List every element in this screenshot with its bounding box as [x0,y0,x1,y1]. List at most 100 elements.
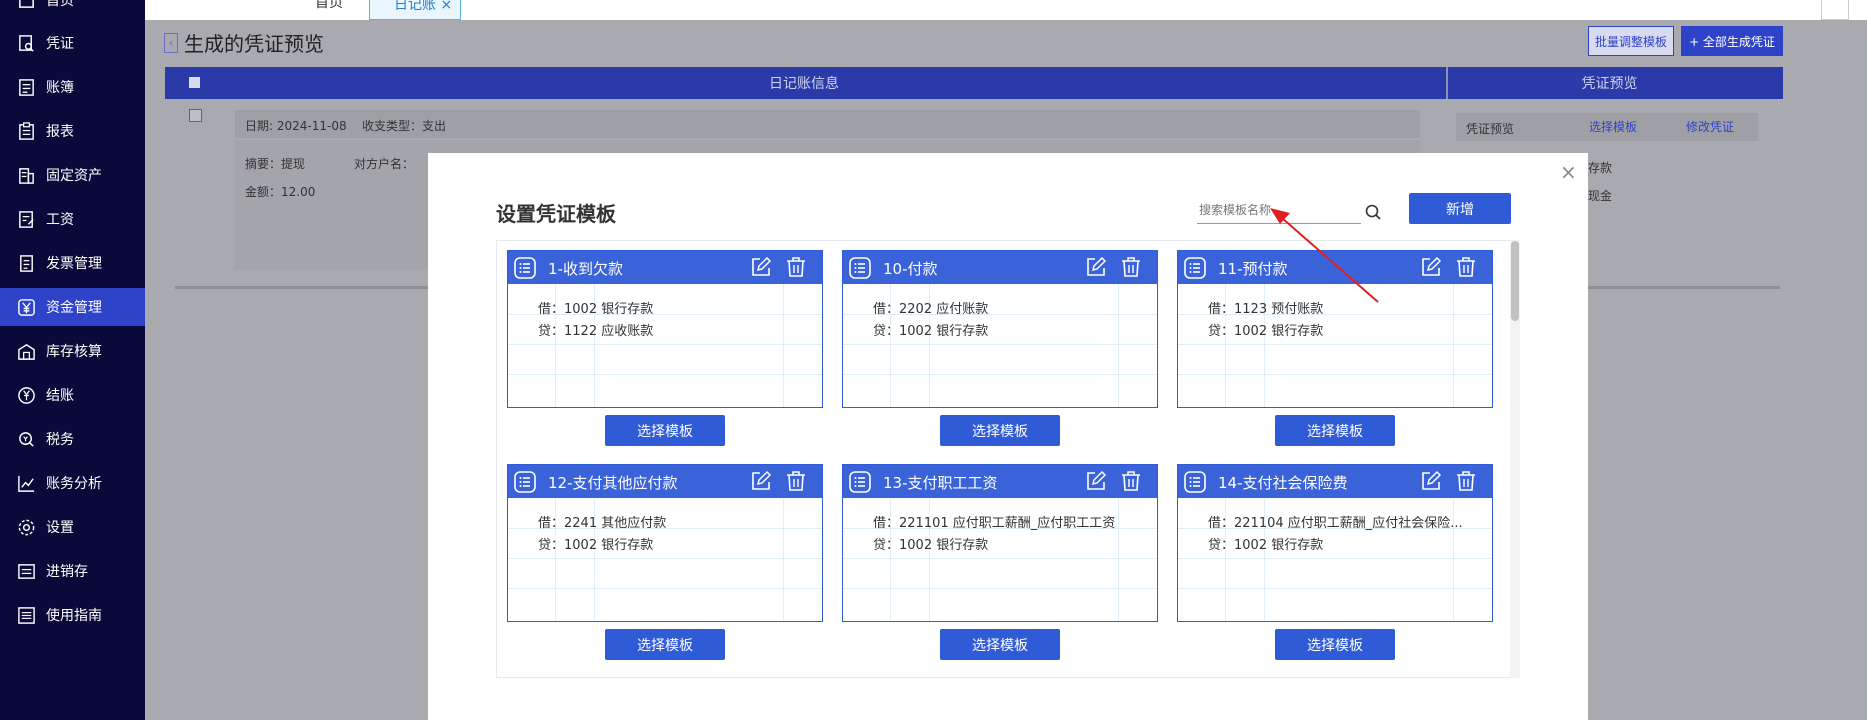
card-title: 13-支付职工工资 [883,474,998,492]
back-icon[interactable]: ‹ [164,32,178,53]
trash-icon[interactable] [785,256,807,278]
card-header: 14-支付社会保险费 [1178,465,1492,498]
grid-line [1178,374,1492,375]
select-template-button[interactable]: 选择模板 [605,629,725,660]
grid-line [843,344,1157,345]
sidebar-item-invoice[interactable]: 发票管理 [0,244,145,282]
gear-icon [16,517,36,537]
template-card: 13-支付职工工资 借：221101 应付职工薪酬_应付职工工资 贷：1002 … [842,464,1158,622]
voucher-preview-line: 现金 [1588,189,1613,203]
grid-line [1178,588,1492,589]
select-template-button[interactable]: 选择模板 [605,415,725,446]
template-card: 1-收到欠款 借：1002 银行存款 贷：1122 应收账款 [507,250,823,408]
sidebar-item-label: 工资 [46,212,74,228]
list-icon [849,471,871,493]
sidebar-item-funds[interactable]: 资金管理 [0,288,145,326]
edit-icon[interactable] [750,470,772,492]
trash-icon[interactable] [1120,470,1142,492]
template-card: 12-支付其他应付款 借：2241 其他应付款 贷：1002 银行存款 [507,464,823,622]
page-title: ‹ 生成的凭证预览 [164,28,324,57]
card-debit-entry: 借：1002 银行存款 [538,302,654,317]
voucher-icon [16,33,36,53]
batch-adjust-template-button[interactable]: 批量调整模板 [1588,26,1674,56]
grid-line [1178,344,1492,345]
grid-line [843,558,1157,559]
table-header: 日记账信息 凭证预览 [165,67,1783,99]
sidebar-item-label: 设置 [46,520,74,536]
select-template-button[interactable]: 选择模板 [1275,629,1395,660]
sidebar-item-inventory-accounting[interactable]: 库存核算 [0,332,145,370]
row-party: 对方户名： [354,157,415,171]
sidebar-item-guide[interactable]: 使用指南 [0,596,145,634]
list-icon [1184,257,1206,279]
sidebar-item-analysis[interactable]: 账务分析 [0,464,145,502]
card-credit-entry: 贷：1002 银行存款 [873,538,989,553]
card-credit-entry: 贷：1122 应收账款 [538,324,654,339]
edit-icon[interactable] [1420,470,1442,492]
row-checkbox[interactable] [189,109,202,122]
report-icon [16,121,36,141]
grid-line [508,374,822,375]
list-icon [514,257,536,279]
edit-icon[interactable] [1420,256,1442,278]
row-amount: 金额：12.00 [245,185,316,199]
trash-icon[interactable] [1455,470,1477,492]
sidebar-item-report[interactable]: 报表 [0,112,145,150]
card-debit-entry: 借：2202 应付账款 [873,302,989,317]
sidebar-item-label: 发票管理 [46,256,102,272]
card-title: 1-收到欠款 [548,260,623,278]
select-template-link[interactable]: 选择模板 [1589,118,1637,135]
edit-icon[interactable] [1085,256,1107,278]
invoice-icon [16,253,36,273]
sidebar-item-label: 进销存 [46,564,88,580]
sidebar-item-voucher[interactable]: 凭证 [0,24,145,62]
modify-voucher-link[interactable]: 修改凭证 [1686,118,1734,135]
sidebar-item-home[interactable]: 首页 [0,0,145,19]
select-template-button[interactable]: 选择模板 [940,629,1060,660]
sidebar-item-payroll[interactable]: 工资 [0,200,145,238]
sidebar-item-purchase-sales[interactable]: 进销存 [0,552,145,590]
modal-title: 设置凭证模板 [496,202,616,226]
search-icon[interactable] [1364,203,1382,221]
sidebar-item-label: 库存核算 [46,344,102,360]
card-debit-entry: 借：221101 应付职工薪酬_应付职工工资 [873,516,1116,531]
list-icon [1184,471,1206,493]
trash-icon[interactable] [1455,256,1477,278]
sidebar-item-fixed-assets[interactable]: 固定资产 [0,156,145,194]
sidebar-item-label: 结账 [46,388,74,404]
trash-icon[interactable] [1120,256,1142,278]
row-type: 收支类型：支出 [362,119,447,133]
edit-icon[interactable] [1085,470,1107,492]
top-right-control[interactable] [1821,0,1849,20]
grid-line [1178,558,1492,559]
card-title: 10-付款 [883,260,938,278]
edit-icon[interactable] [750,256,772,278]
generate-all-vouchers-button[interactable]: + 全部生成凭证 [1681,26,1783,56]
row-summary: 摘要：提现 [245,157,306,171]
grid-line [508,344,822,345]
close-icon[interactable]: × [1560,160,1577,184]
select-template-button[interactable]: 选择模板 [1275,415,1395,446]
sidebar-item-label: 首页 [46,0,74,9]
sidebar-item-settings[interactable]: 设置 [0,508,145,546]
sidebar-item-label: 资金管理 [46,300,102,316]
add-template-button[interactable]: 新增 [1409,193,1511,224]
sidebar-item-settle[interactable]: 结账 [0,376,145,414]
sidebar-item-tax[interactable]: 税务 [0,420,145,458]
guide-icon [16,605,36,625]
yen-icon [16,297,36,317]
scrollbar-thumb[interactable] [1511,241,1519,321]
voucher-preview-label: 凭证预览 [1466,122,1515,136]
card-credit-entry: 贷：1002 银行存款 [873,324,989,339]
tab-home[interactable]: 首页 [315,0,365,18]
card-header: 10-付款 [843,251,1157,284]
sidebar-item-ledger[interactable]: 账簿 [0,68,145,106]
trash-icon[interactable] [785,470,807,492]
select-template-button[interactable]: 选择模板 [940,415,1060,446]
template-search-input[interactable] [1197,196,1361,224]
template-card: 10-付款 借：2202 应付账款 贷：1002 银行存款 [842,250,1158,408]
chart-icon [16,473,36,493]
home-icon [16,0,36,10]
tab-journal[interactable]: 日记账 × [369,0,461,20]
sidebar: 首页 凭证 账簿 报表 固定资产 工资 发票管理 资金管理 库存核算 结账 税务 [0,0,145,720]
